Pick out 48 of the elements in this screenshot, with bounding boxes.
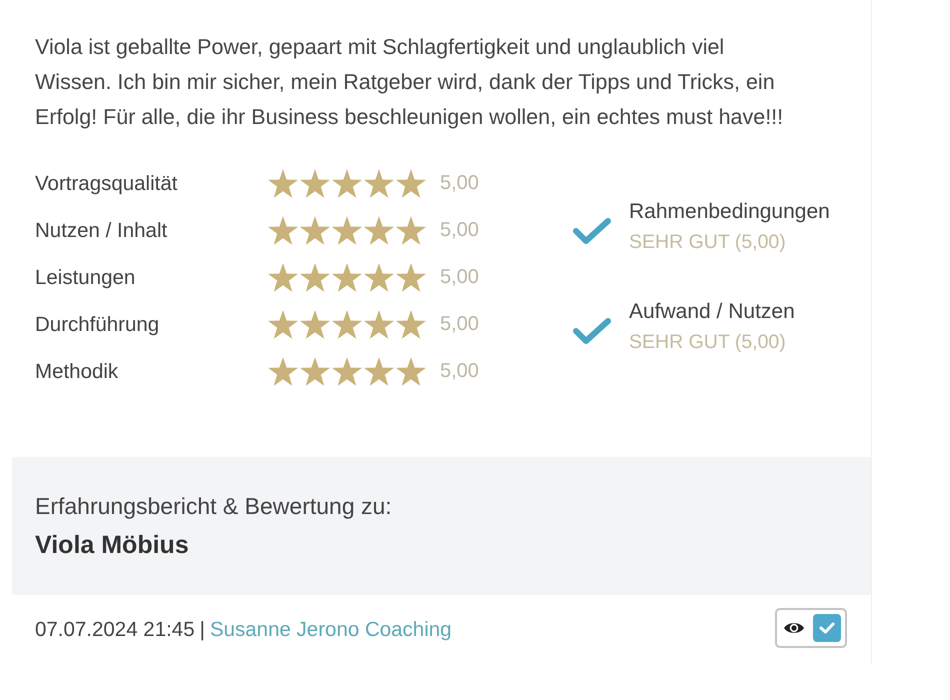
- author-link[interactable]: Susanne Jerono Coaching: [210, 618, 452, 642]
- star-icon: [332, 310, 362, 339]
- star-icon: [300, 263, 330, 292]
- star-icon: [268, 310, 298, 339]
- check-icon: [819, 622, 835, 634]
- rating-label: Durchführung: [35, 312, 160, 336]
- star-icon: [300, 310, 330, 339]
- star-icon: [364, 169, 394, 198]
- star-icon: [268, 216, 298, 245]
- timestamp: 07.07.2024 21:45: [35, 618, 195, 642]
- rating-value: 5,00: [440, 313, 479, 336]
- separator: |: [200, 618, 205, 642]
- star-icon: [332, 216, 362, 245]
- star-icon: [364, 216, 394, 245]
- rating-value: 5,00: [440, 266, 479, 289]
- criterion-label: Aufwand / Nutzen: [629, 300, 795, 324]
- criterion-verdict: SEHR GUT (5,00): [629, 331, 787, 354]
- approve-checkbox[interactable]: [813, 614, 841, 642]
- criterion-verdict: SEHR GUT (5,00): [629, 231, 787, 254]
- star-icon: [396, 169, 426, 198]
- star-icon: [364, 357, 394, 386]
- star-icon: [396, 310, 426, 339]
- star-icon: [268, 357, 298, 386]
- subject-heading: Erfahrungsbericht & Bewertung zu:: [35, 493, 393, 520]
- star-icon: [332, 169, 362, 198]
- subject-name: Viola Möbius: [35, 531, 190, 560]
- star-icon: [332, 263, 362, 292]
- star-icon: [396, 216, 426, 245]
- eye-icon: [783, 621, 805, 635]
- star-icon: [396, 357, 426, 386]
- rating-label: Nutzen / Inhalt: [35, 218, 168, 242]
- star-icon: [300, 216, 330, 245]
- star-icon: [396, 263, 426, 292]
- criterion-label: Rahmenbedingungen: [629, 200, 830, 224]
- star-icon: [300, 169, 330, 198]
- rating-label: Methodik: [35, 360, 120, 384]
- rating-value: 5,00: [440, 360, 479, 383]
- rating-label: Leistungen: [35, 266, 136, 290]
- star-icon: [300, 357, 330, 386]
- star-icon: [268, 263, 298, 292]
- star-icon: [364, 310, 394, 339]
- star-icon: [268, 169, 298, 198]
- rating-label: Vortragsqualität: [35, 172, 178, 196]
- rating-value: 5,00: [440, 172, 479, 195]
- star-icon: [364, 263, 394, 292]
- rating-value: 5,00: [440, 219, 479, 242]
- star-icon: [332, 357, 362, 386]
- review-text: Viola ist geballte Power, gepaart mit Schlagfertigkeit und unglaublich viel Wissen. Ich bin mir sicher, mein Ratgeber wird, dank der Tipps und Tricks, ein Erfolg! Für alle, die ihr Business beschleunigen wollen, ein echtes must have!!!: [35, 34, 784, 131]
